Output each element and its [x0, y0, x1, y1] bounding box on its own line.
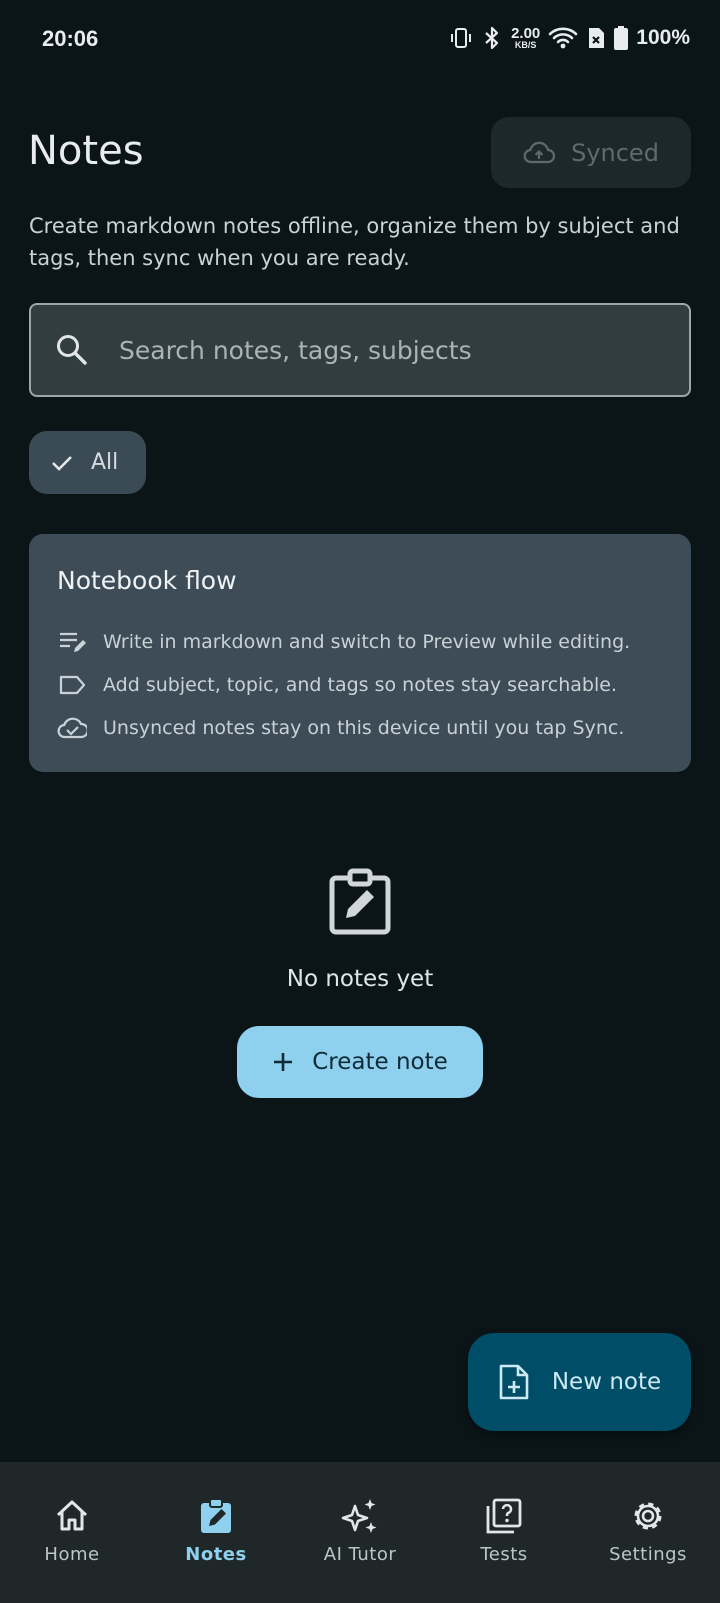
sparkle-icon — [341, 1499, 377, 1533]
page-title: Notes — [28, 128, 144, 174]
card-row: Write in markdown and switch to Preview … — [57, 627, 630, 657]
sim-off-icon — [589, 28, 605, 48]
battery-percent: 100% — [636, 26, 690, 49]
nav-label: AI Tutor — [323, 1544, 397, 1565]
search-icon — [57, 335, 87, 365]
network-speed-unit: KB/S — [514, 40, 537, 50]
card-row-text: Unsynced notes stay on this device until… — [103, 717, 625, 739]
new-note-label: New note — [551, 1369, 662, 1395]
edit-note-icon — [60, 632, 86, 652]
network-speed-value: 2.00 — [511, 25, 541, 42]
create-note-label: Create note — [312, 1049, 448, 1075]
filter-chip-all[interactable]: All — [29, 431, 146, 494]
nav-item-notes[interactable]: Notes — [156, 1462, 276, 1603]
nav-item-tests[interactable]: Tests — [444, 1462, 564, 1603]
bluetooth-icon — [485, 26, 499, 50]
label-icon — [59, 675, 86, 695]
clipboard-edit-icon — [329, 868, 391, 935]
search-bar[interactable] — [29, 303, 691, 397]
note-add-icon — [499, 1364, 529, 1400]
search-input[interactable] — [119, 335, 639, 365]
cloud-upload-icon — [523, 141, 556, 163]
card-row-text: Write in markdown and switch to Preview … — [103, 631, 631, 653]
notes-icon — [201, 1498, 231, 1533]
sync-label: Synced — [571, 138, 659, 167]
create-note-button[interactable]: Create note — [237, 1026, 483, 1098]
nav-item-ai-tutor[interactable]: AI Tutor — [300, 1462, 420, 1603]
bottom-navigation: Home Notes AI Tutor Tests Settings — [0, 1462, 720, 1603]
check-icon — [52, 455, 72, 471]
nav-label: Notes — [185, 1544, 247, 1565]
sync-button[interactable]: Synced — [491, 117, 691, 188]
battery-icon — [614, 26, 629, 50]
filter-chip-label: All — [91, 450, 119, 475]
card-title: Notebook flow — [57, 566, 237, 595]
nav-label: Home — [44, 1544, 100, 1565]
plus-icon — [274, 1053, 293, 1071]
wifi-icon — [548, 27, 578, 49]
nav-label: Settings — [609, 1544, 687, 1565]
new-note-fab[interactable]: New note — [468, 1333, 691, 1431]
vibrate-icon — [451, 28, 472, 48]
card-row: Unsynced notes stay on this device until… — [57, 713, 624, 743]
empty-state-text: No notes yet — [286, 966, 434, 992]
card-row: Add subject, topic, and tags so notes st… — [57, 670, 617, 700]
network-speed: 2.00 KB/S — [511, 26, 540, 50]
gear-icon — [634, 1502, 662, 1530]
cloud-done-icon — [57, 717, 87, 739]
status-icons: 2.00 KB/S 100% — [449, 26, 690, 50]
quiz-icon — [486, 1498, 522, 1534]
nav-item-home[interactable]: Home — [12, 1462, 132, 1603]
card-row-text: Add subject, topic, and tags so notes st… — [103, 674, 617, 696]
nav-item-settings[interactable]: Settings — [588, 1462, 708, 1603]
nav-label: Tests — [480, 1544, 528, 1565]
home-icon — [56, 1500, 88, 1531]
notebook-flow-card: Notebook flow Write in markdown and swit… — [29, 534, 691, 772]
page-description: Create markdown notes offline, organize … — [29, 214, 680, 270]
status-time: 20:06 — [42, 26, 99, 51]
